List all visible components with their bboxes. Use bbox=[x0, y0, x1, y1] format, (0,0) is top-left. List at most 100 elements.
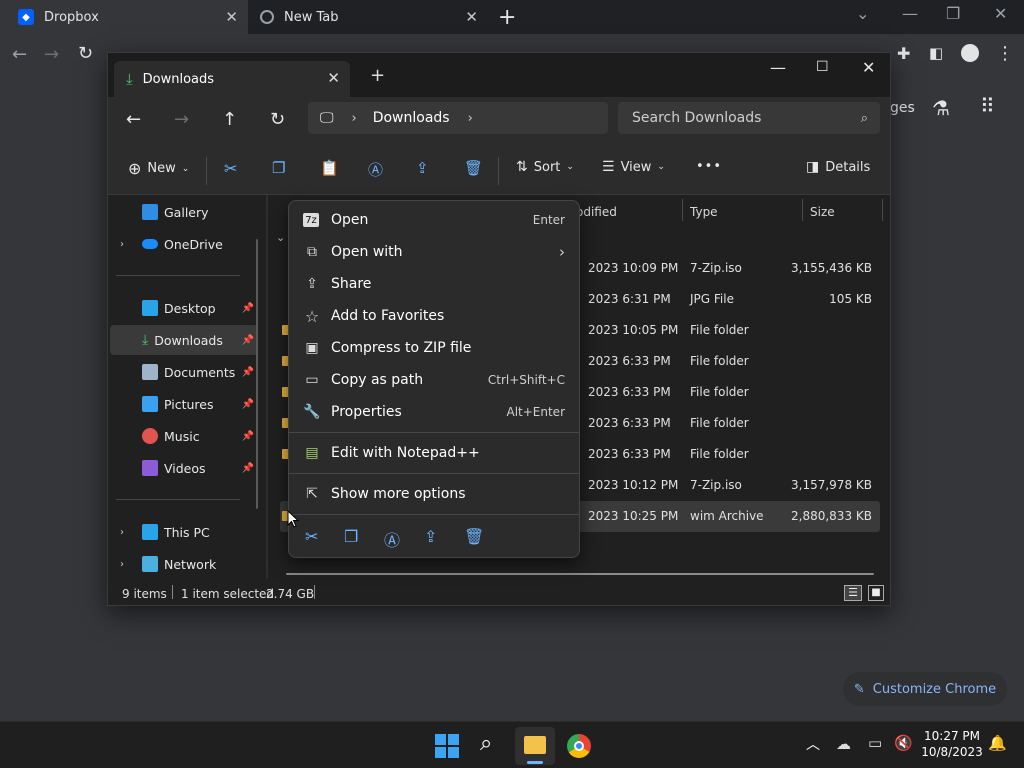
chrome-tab-dropbox[interactable]: ◆ Dropbox ✕ bbox=[0, 0, 248, 34]
new-tab-button[interactable]: + bbox=[498, 5, 516, 30]
sidebar-item-desktop[interactable]: Desktop 📌 bbox=[110, 293, 258, 323]
clock[interactable]: 10:27 PM 10/8/2023 bbox=[920, 728, 984, 760]
menu-item-show-more-options[interactable]: ⇱ Show more options bbox=[289, 478, 579, 510]
menu-item-share[interactable]: ⇪ Share bbox=[289, 268, 579, 300]
reload-icon[interactable]: ↻ bbox=[78, 43, 93, 64]
sidebar-item-onedrive[interactable]: › OneDrive bbox=[110, 229, 258, 259]
sidebar-item-pictures[interactable]: Pictures 📌 bbox=[110, 389, 258, 419]
back-icon[interactable]: ← bbox=[12, 44, 27, 65]
column-header-date-modified[interactable]: odified bbox=[576, 205, 617, 219]
sidebar-item-thispc[interactable]: › This PC bbox=[110, 517, 258, 547]
windows-start-icon[interactable] bbox=[435, 734, 459, 758]
column-header-type[interactable]: Type bbox=[690, 205, 718, 219]
sidebar-item-downloads[interactable]: ⤓ Downloads 📌 bbox=[110, 325, 258, 355]
cut-icon[interactable]: ✂ bbox=[224, 159, 237, 178]
sidebar-scrollbar[interactable] bbox=[256, 239, 258, 509]
see-more-button[interactable]: ••• bbox=[696, 159, 722, 174]
ntp-partial-text[interactable]: ges bbox=[890, 100, 915, 116]
mouse-cursor-icon bbox=[287, 510, 299, 528]
pin-icon[interactable]: 📌 bbox=[242, 463, 254, 474]
chevron-right-icon[interactable]: › bbox=[352, 111, 357, 126]
pin-icon[interactable]: 📌 bbox=[242, 399, 254, 410]
menu-item-copy-as-path[interactable]: ▭ Copy as path Ctrl+Shift+C bbox=[289, 364, 579, 396]
sidebar-item-videos[interactable]: Videos 📌 bbox=[110, 453, 258, 483]
view-button[interactable]: ☰ View ⌄ bbox=[602, 159, 665, 175]
rename-icon[interactable]: Ⓐ bbox=[368, 159, 383, 180]
chrome-tab-newtab[interactable]: New Tab ✕ bbox=[248, 0, 488, 34]
customize-chrome-button[interactable]: ✎ Customize Chrome bbox=[843, 672, 1007, 706]
apps-grid-icon[interactable]: ⠿ bbox=[980, 94, 995, 118]
address-bar[interactable]: 🖵 › Downloads › bbox=[308, 102, 608, 134]
menu-icon[interactable]: ⋮ bbox=[996, 43, 1014, 64]
chevron-right-icon[interactable]: › bbox=[120, 559, 124, 570]
copy-icon[interactable]: ❐ bbox=[344, 527, 358, 546]
cut-icon[interactable]: ✂ bbox=[305, 527, 318, 546]
minimize-icon[interactable]: — bbox=[902, 4, 918, 23]
maximize-icon[interactable]: ☐ bbox=[816, 59, 829, 75]
volume-muted-icon[interactable]: 🔇 bbox=[894, 734, 913, 752]
details-view-icon[interactable]: ☰ bbox=[844, 585, 862, 601]
horizontal-scrollbar[interactable] bbox=[286, 573, 874, 575]
menu-item-edit-notepadpp[interactable]: ▤ Edit with Notepad++ bbox=[289, 437, 579, 469]
menu-item-properties[interactable]: 🔧 Properties Alt+Enter bbox=[289, 396, 579, 428]
copy-icon[interactable]: ❐ bbox=[272, 159, 285, 177]
pin-icon[interactable]: 📌 bbox=[242, 431, 254, 442]
onedrive-tray-icon[interactable]: ☁ bbox=[836, 735, 851, 753]
profile-avatar[interactable] bbox=[961, 44, 979, 62]
chevron-up-icon[interactable]: ︿ bbox=[806, 734, 820, 754]
more-options-icon: ⇱ bbox=[306, 486, 318, 502]
share-icon[interactable]: ⇪ bbox=[424, 527, 437, 546]
refresh-icon[interactable]: ↻ bbox=[270, 109, 285, 130]
row-type: File folder bbox=[690, 447, 749, 461]
close-tab-icon[interactable]: ✕ bbox=[327, 69, 340, 87]
search-input[interactable]: Search Downloads ⌕ bbox=[618, 102, 880, 134]
extensions-icon[interactable]: ✚ bbox=[897, 44, 910, 63]
up-icon[interactable]: ↑ bbox=[222, 109, 237, 130]
taskbar-file-explorer[interactable] bbox=[515, 727, 555, 765]
sidebar-item-documents[interactable]: Documents 📌 bbox=[110, 357, 258, 387]
sidebar-item-gallery[interactable]: Gallery bbox=[110, 197, 258, 227]
explorer-tab-downloads[interactable]: ⤓ Downloads ✕ bbox=[114, 61, 350, 97]
minimize-icon[interactable]: — bbox=[770, 58, 786, 77]
forward-icon[interactable]: → bbox=[44, 44, 59, 65]
sidebar-item-music[interactable]: Music 📌 bbox=[110, 421, 258, 451]
pin-icon[interactable]: 📌 bbox=[242, 303, 254, 314]
menu-item-open-with[interactable]: ⧉ Open with › bbox=[289, 236, 579, 268]
share-icon[interactable]: ⇪ bbox=[416, 159, 429, 177]
new-button[interactable]: ⊕ New ⌄ bbox=[128, 159, 189, 178]
menu-item-compress-zip[interactable]: ▣ Compress to ZIP file bbox=[289, 332, 579, 364]
close-window-icon[interactable]: ✕ bbox=[994, 4, 1007, 23]
side-panel-icon[interactable]: ◧ bbox=[929, 44, 943, 62]
sidebar-item-network[interactable]: › Network bbox=[110, 549, 258, 579]
menu-item-add-to-favorites[interactable]: ☆ Add to Favorites bbox=[289, 300, 579, 332]
tab-search-icon[interactable]: ⌄ bbox=[856, 4, 869, 23]
taskbar-chrome-icon[interactable] bbox=[567, 734, 591, 758]
chevron-right-icon[interactable]: › bbox=[468, 111, 473, 126]
details-pane-button[interactable]: ◨ Details bbox=[806, 159, 870, 175]
search-icon[interactable]: ⌕ bbox=[480, 731, 492, 756]
labs-flask-icon[interactable]: ⚗ bbox=[932, 96, 950, 120]
close-tab-icon[interactable]: ✕ bbox=[225, 8, 238, 26]
paste-icon[interactable]: 📋 bbox=[320, 159, 339, 177]
delete-icon[interactable]: 🗑 bbox=[464, 159, 483, 177]
restore-icon[interactable]: ❐ bbox=[946, 4, 960, 23]
network-tray-icon[interactable]: ▭ bbox=[868, 734, 882, 752]
breadcrumb-downloads[interactable]: Downloads bbox=[373, 110, 450, 126]
group-collapse-icon[interactable]: ⌄ bbox=[276, 231, 285, 244]
new-explorer-tab-icon[interactable]: + bbox=[370, 65, 385, 86]
chevron-right-icon[interactable]: › bbox=[120, 239, 124, 250]
column-header-size[interactable]: Size bbox=[810, 205, 835, 219]
rename-icon[interactable]: Ⓐ bbox=[384, 527, 400, 551]
pin-icon[interactable]: 📌 bbox=[242, 367, 254, 378]
delete-icon[interactable]: 🗑 bbox=[464, 527, 484, 546]
back-icon[interactable]: ← bbox=[126, 109, 141, 130]
sort-button[interactable]: ⇅ Sort ⌄ bbox=[516, 159, 574, 175]
tiles-view-icon[interactable]: ■ bbox=[868, 585, 884, 601]
forward-icon[interactable]: → bbox=[174, 109, 189, 130]
menu-item-open[interactable]: 7z Open Enter bbox=[289, 204, 579, 236]
chevron-right-icon[interactable]: › bbox=[120, 527, 124, 538]
close-tab-icon[interactable]: ✕ bbox=[465, 8, 478, 26]
close-window-icon[interactable]: ✕ bbox=[862, 58, 875, 77]
notification-bell-icon[interactable]: 🔔 bbox=[988, 734, 1007, 752]
pin-icon[interactable]: 📌 bbox=[242, 335, 254, 346]
